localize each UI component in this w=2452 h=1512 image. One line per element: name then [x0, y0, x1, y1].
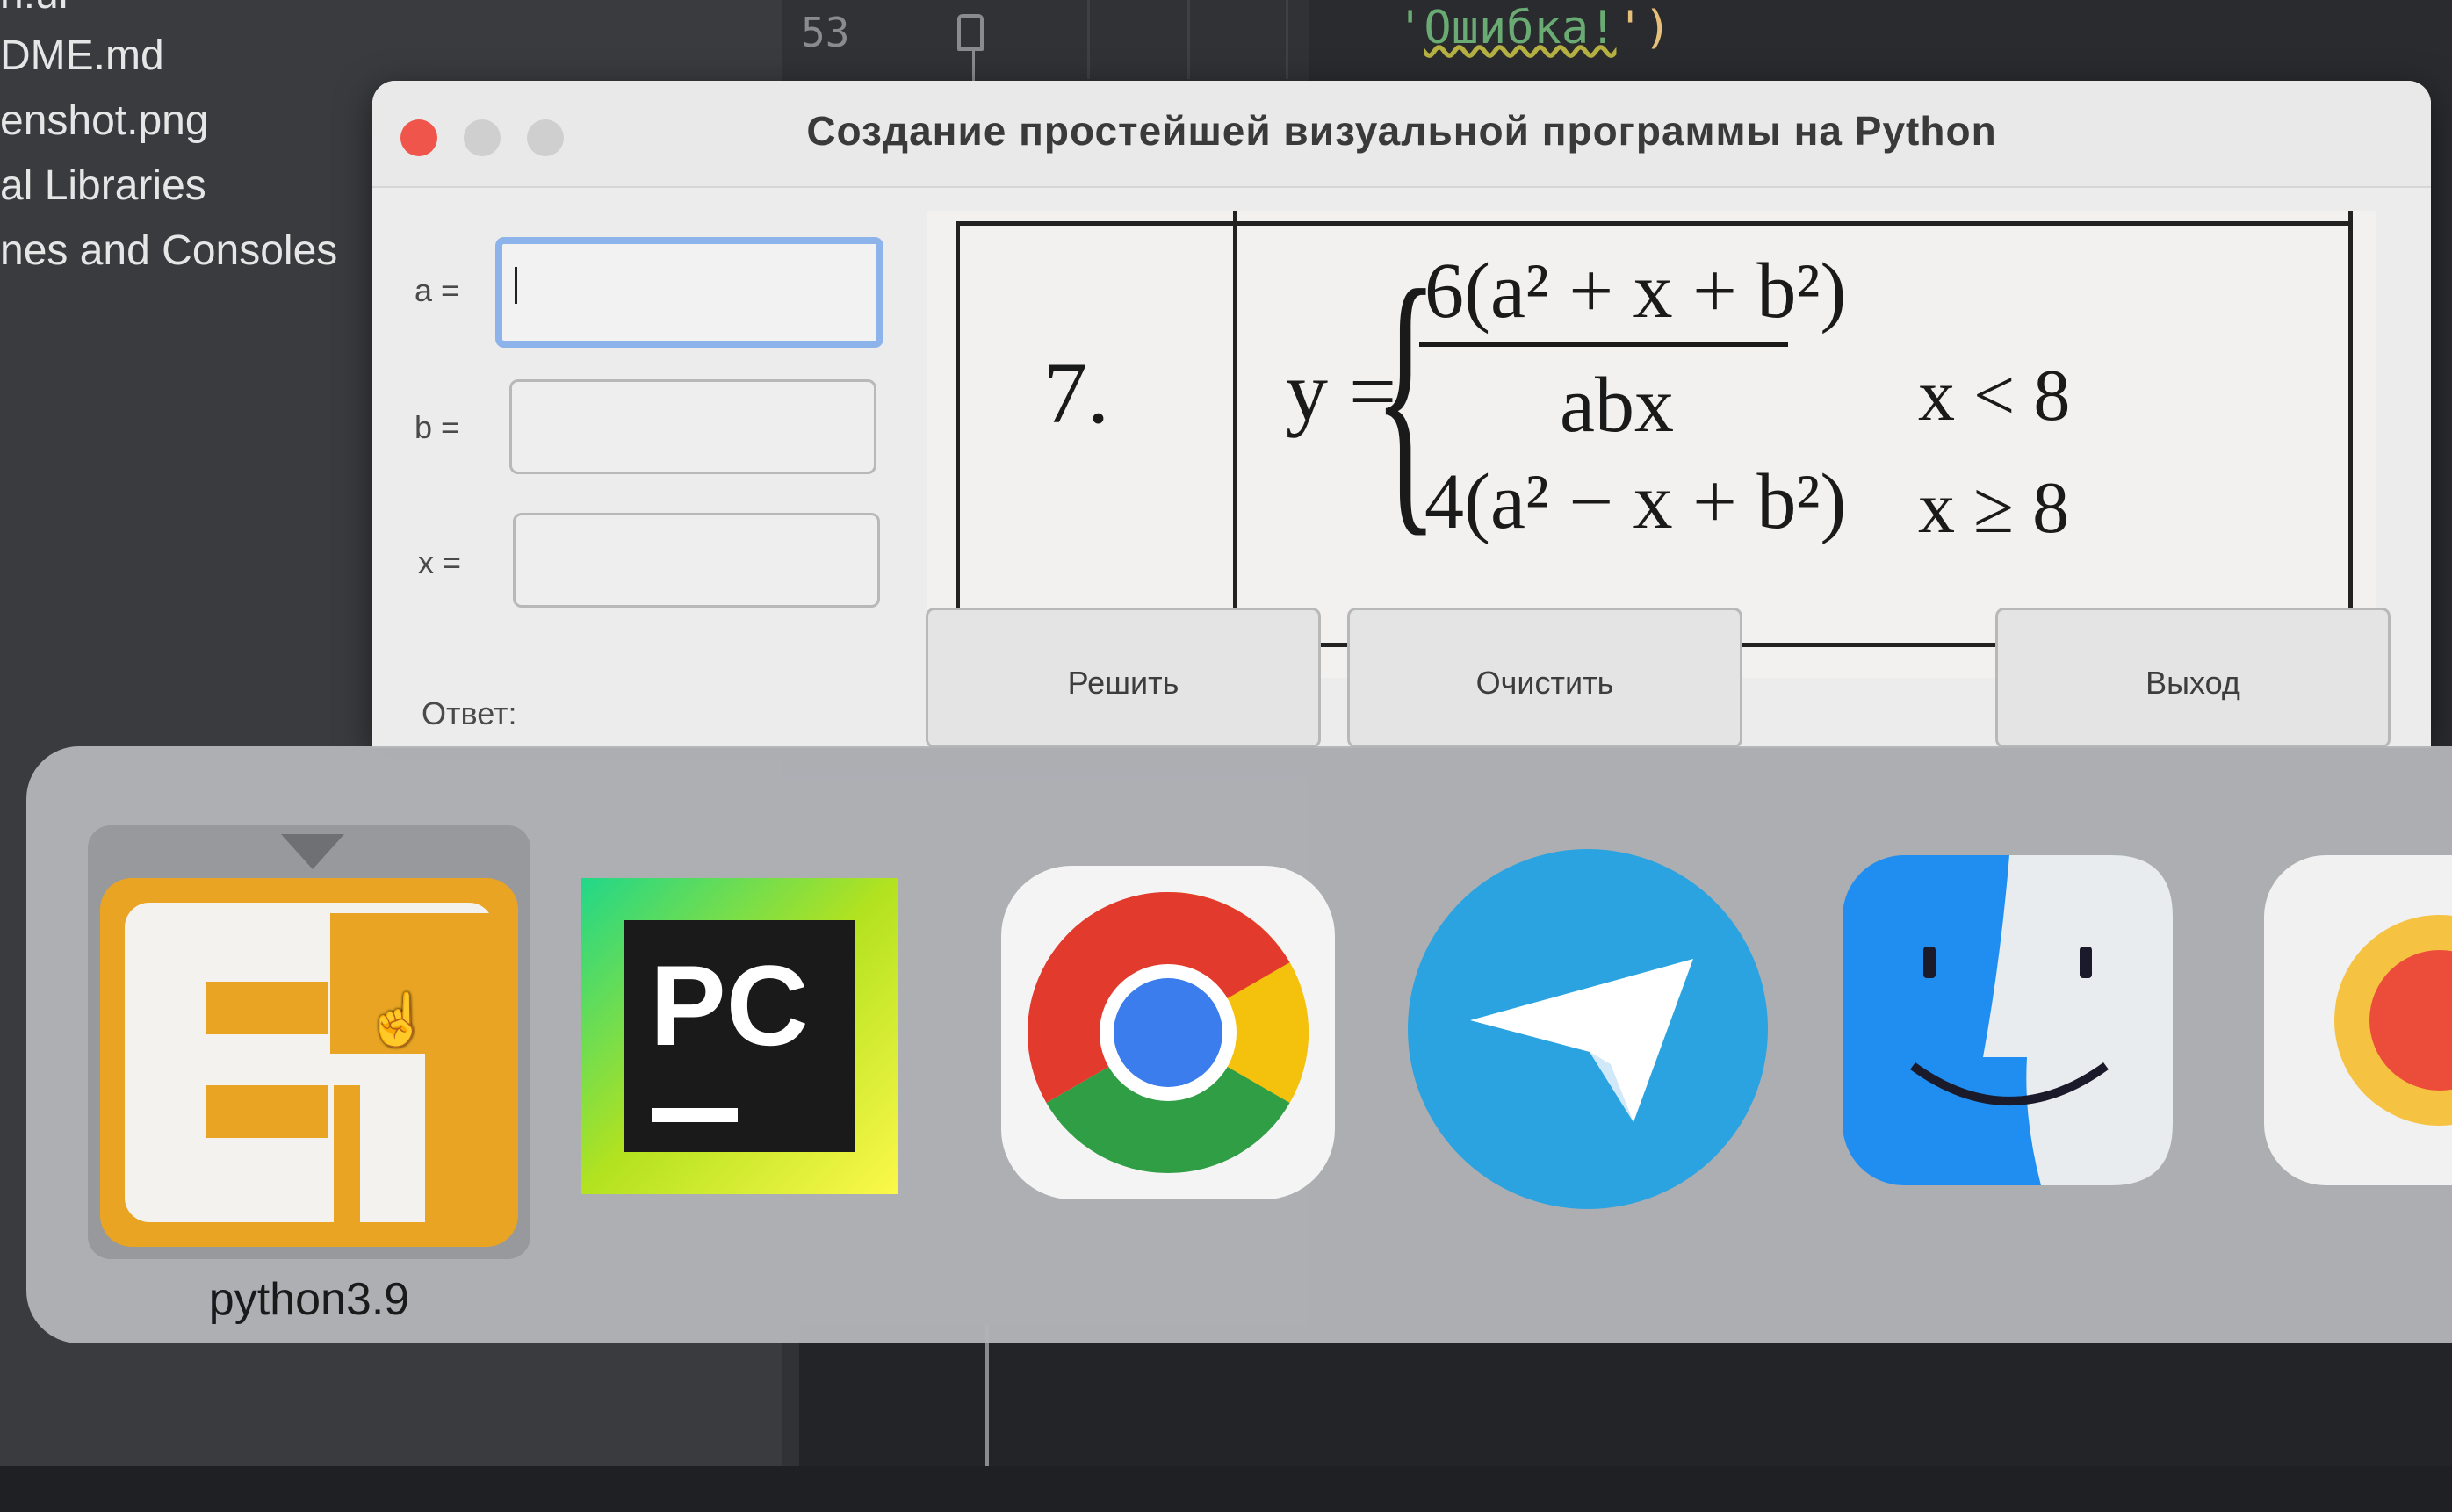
- task-number: 7.: [1043, 344, 1109, 442]
- clear-button-label: Очистить: [1475, 665, 1614, 701]
- clear-button[interactable]: Очистить: [1347, 608, 1742, 748]
- bookmark-icon[interactable]: [957, 14, 984, 51]
- formula-case1-numerator: 6(a² + x + b²): [1424, 248, 1847, 335]
- project-item-scratches-consoles[interactable]: nes and Consoles: [0, 227, 337, 275]
- app-switcher: ☝ python3.9 PC: [26, 746, 2452, 1343]
- formula-case2-condition: x ≥ 8: [1918, 467, 2070, 549]
- chrome-app-icon[interactable]: [1001, 866, 1335, 1199]
- hand-cursor-icon: ☝: [365, 991, 429, 1048]
- input-a[interactable]: [495, 237, 883, 348]
- project-item-partial[interactable]: n.ui: [0, 0, 68, 18]
- project-item-external-libraries[interactable]: al Libraries: [0, 162, 206, 210]
- exit-button-label: Выход: [2146, 665, 2240, 701]
- other-app-icon[interactable]: [2264, 855, 2452, 1185]
- table-border-top: [956, 221, 2352, 226]
- formula-case1-denominator: abx: [1560, 362, 1674, 449]
- label-b: b =: [415, 409, 460, 445]
- pycharm-app-icon[interactable]: PC: [581, 878, 898, 1194]
- pycharm-icon-text: PC: [650, 941, 809, 1069]
- code-quote-close: '): [1616, 2, 1672, 54]
- project-item-screenshot[interactable]: enshot.png: [0, 97, 209, 145]
- status-area: [0, 1466, 2452, 1512]
- indent-guide: [1187, 0, 1190, 79]
- label-x: x =: [418, 544, 462, 580]
- solve-button-label: Решить: [1067, 665, 1179, 701]
- selection-arrow-icon: [281, 834, 344, 869]
- app-window: Создание простейшей визуальной программы…: [372, 81, 2431, 748]
- table-border-right: [2348, 211, 2353, 667]
- input-b[interactable]: [509, 379, 876, 474]
- answer-label: Ответ:: [422, 695, 517, 731]
- project-item-readme[interactable]: DME.md: [0, 32, 164, 80]
- solve-button[interactable]: Решить: [926, 608, 1321, 748]
- label-a: a =: [415, 272, 460, 308]
- line-number: 53: [801, 9, 850, 56]
- formula-case2-expression: 4(a² − x + b²): [1424, 458, 1847, 545]
- code-string[interactable]: 'Ошибка!'): [1396, 2, 1671, 54]
- selected-app-label: python3.9: [208, 1274, 410, 1325]
- indent-guide: [1087, 0, 1090, 79]
- python-app-icon[interactable]: [100, 878, 518, 1247]
- fraction-line: [1419, 342, 1788, 347]
- indent-guide: [985, 1326, 989, 1466]
- input-x[interactable]: [513, 513, 880, 608]
- title-bar[interactable]: Создание простейшей визуальной программы…: [372, 81, 2431, 188]
- indent-guide: [1286, 0, 1288, 79]
- exit-button[interactable]: Выход: [1995, 608, 2391, 748]
- finder-app-icon[interactable]: [1843, 855, 2173, 1185]
- window-title: Создание простейшей визуальной программы…: [806, 108, 1997, 154]
- code-quote-open: ': [1396, 2, 1424, 54]
- formula-case1-condition: x < 8: [1918, 355, 2071, 436]
- text-caret: [515, 267, 517, 304]
- telegram-app-icon[interactable]: [1403, 845, 1772, 1213]
- code-error-text: Ошибка!: [1424, 2, 1617, 54]
